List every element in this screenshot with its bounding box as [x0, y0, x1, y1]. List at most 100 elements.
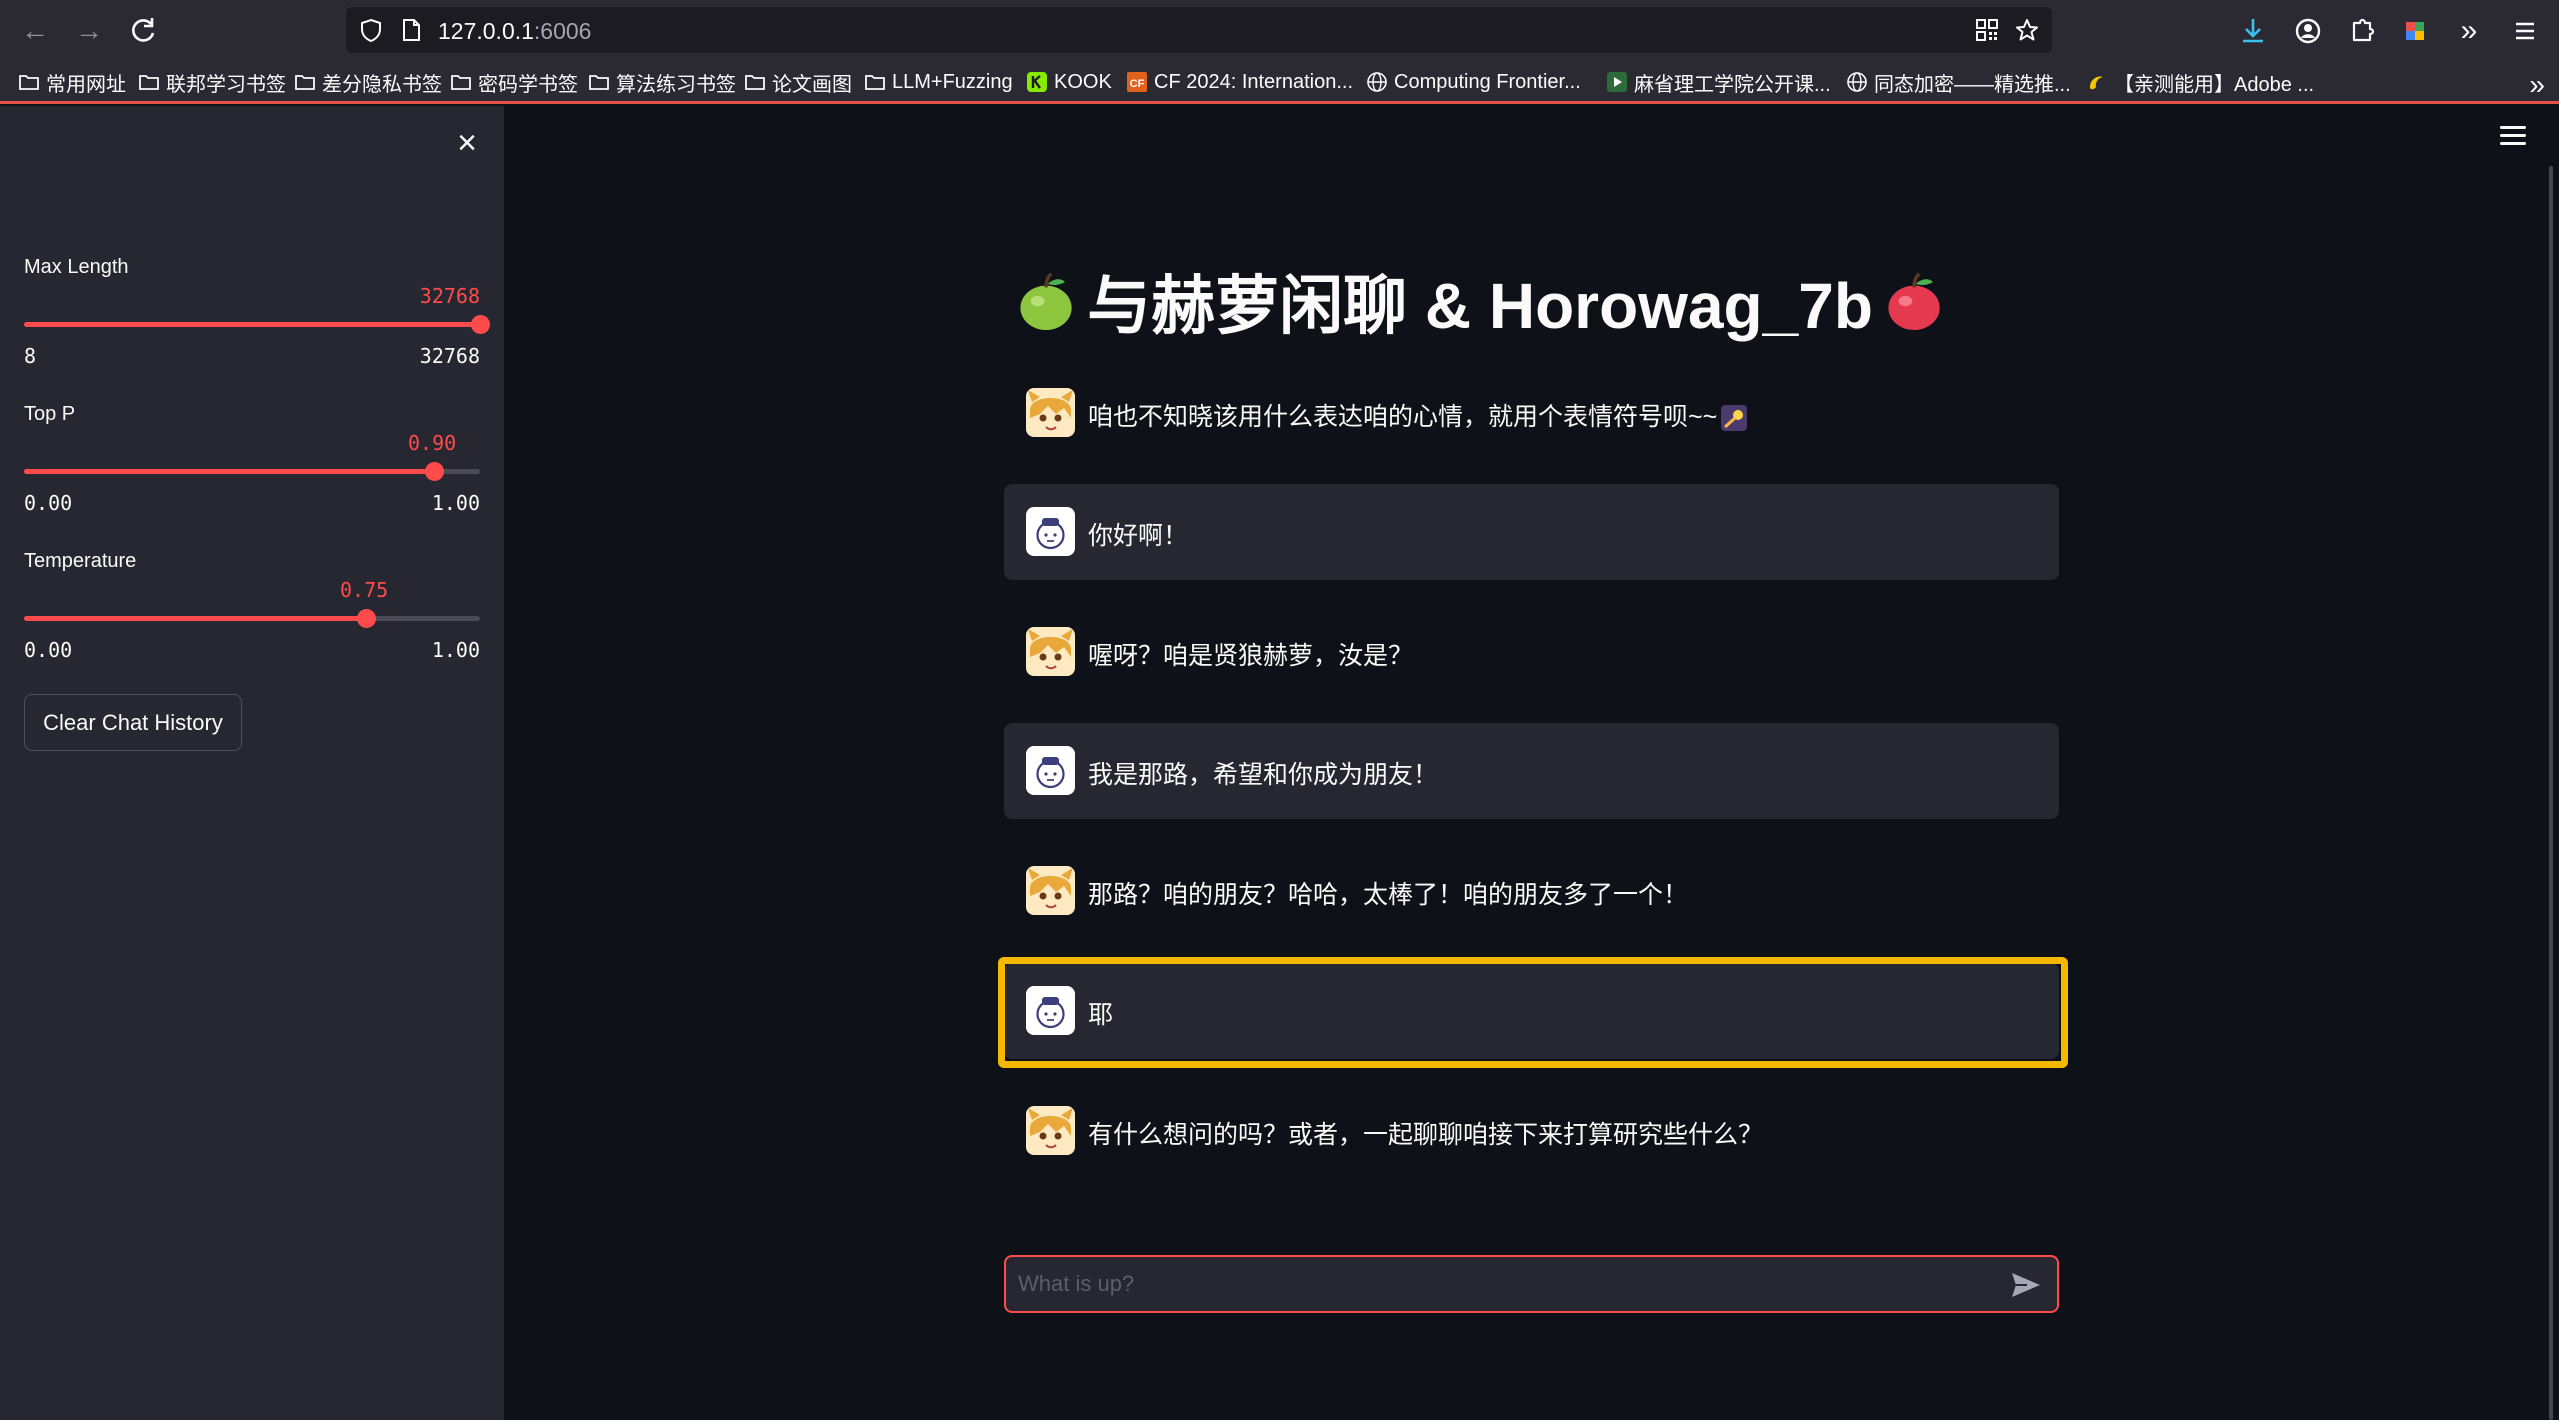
slider-label-top-p: Top P: [24, 403, 76, 425]
comet-emoji-icon: [1721, 405, 1748, 432]
chat-message-assistant: 咱也不知晓该用什么表达咱的心情，就用个表情符号呗~~: [1004, 365, 2059, 461]
back-arrow-icon[interactable]: ←: [18, 14, 52, 48]
folder-icon: [18, 71, 40, 93]
message-text-content: 咱也不知晓该用什么表达咱的心情，就用个表情符号呗~~: [1088, 403, 1718, 431]
bookmark-item[interactable]: Computing Frontier...: [1366, 67, 1581, 97]
kook-icon: [1026, 71, 1048, 93]
app-menu-icon[interactable]: [2508, 14, 2542, 48]
url-host: 127.0.0.1: [438, 18, 534, 44]
bookmark-label: 论文画图: [772, 73, 852, 96]
bookmark-label: 【亲测能用】Adobe ...: [2114, 73, 2315, 96]
qr-code-icon[interactable]: [1974, 17, 2000, 43]
chat-message-assistant: 喔呀？咱是贤狼赫萝，汝是？: [1004, 604, 2059, 700]
folder-icon: [744, 71, 766, 93]
slider-thumb[interactable]: [357, 609, 376, 628]
overflow-chevron-icon[interactable]: »: [2452, 14, 2486, 48]
bookmark-item[interactable]: 密码学书签: [450, 67, 578, 97]
sidebar: × Max Length 32768 8 32768 Top P 0.90 0.…: [0, 106, 504, 1420]
bookmark-label: 联邦学习书签: [166, 73, 286, 96]
red-apple-icon: [1888, 272, 1940, 331]
bookmark-item[interactable]: 联邦学习书签: [138, 67, 286, 97]
slider-value-temperature: 0.75: [340, 578, 389, 602]
play-icon: [1606, 71, 1628, 93]
assistant-avatar-icon: [1026, 1106, 1075, 1155]
message-text: 喔呀？咱是贤狼赫萝，汝是？: [1088, 642, 1414, 670]
clear-chat-history-button[interactable]: Clear Chat History: [24, 694, 242, 751]
close-icon[interactable]: ×: [452, 126, 482, 160]
slider-label-temperature: Temperature: [24, 550, 137, 572]
assistant-avatar-icon: [1026, 866, 1075, 915]
account-icon[interactable]: [2291, 14, 2325, 48]
page-icon: [403, 19, 420, 41]
address-bar[interactable]: 127.0.0.1:6006: [346, 7, 2052, 53]
bookmark-item[interactable]: LLM+Fuzzing: [864, 67, 1013, 97]
slider-thumb[interactable]: [471, 315, 490, 334]
slider-max-top-p: 1.00: [431, 491, 480, 515]
message-text: 你好啊！: [1088, 522, 1189, 550]
chat-input[interactable]: [1018, 1257, 1978, 1311]
slider-temperature[interactable]: [24, 609, 480, 628]
green-apple-icon: [1020, 272, 1072, 331]
bookmarks-bar: 常用网址 联邦学习书签 差分隐私书签 密码学书签 算法练习书签 论文画图 LLM…: [0, 61, 2559, 104]
globe-icon: [1846, 71, 1868, 93]
extensions-icon[interactable]: [2345, 14, 2379, 48]
slider-fill: [24, 469, 435, 474]
cf-icon: CF: [1126, 71, 1148, 93]
color-extension-icon[interactable]: [2398, 14, 2432, 48]
chat-message-user: 你好啊！: [1004, 484, 2059, 580]
download-icon[interactable]: [2236, 14, 2270, 48]
bookmark-item[interactable]: 【亲测能用】Adobe ...: [2086, 67, 2314, 97]
chat-message-assistant: 有什么想问的吗？或者，一起聊聊咱接下来打算研究些什么？: [1004, 1083, 2059, 1179]
slider-min-temperature: 0.00: [24, 638, 73, 662]
page-title-text: 与赫萝闲聊 & Horowag_7b: [1087, 270, 1873, 342]
bookmarks-overflow-icon[interactable]: »: [2529, 69, 2545, 101]
bookmark-item[interactable]: 麻省理工学院公开课...: [1606, 67, 1831, 97]
globe-icon: [1366, 71, 1388, 93]
bookmark-item[interactable]: 论文画图: [744, 67, 852, 97]
bookmark-item[interactable]: 同态加密——精选推...: [1846, 67, 2071, 97]
folder-icon: [864, 71, 886, 93]
bookmark-label: Computing Frontier...: [1394, 70, 1581, 93]
reload-icon[interactable]: [126, 14, 160, 48]
bookmark-item[interactable]: 差分隐私书签: [294, 67, 442, 97]
bookmark-item[interactable]: 算法练习书签: [588, 67, 736, 97]
slider-max-temperature: 1.00: [431, 638, 480, 662]
bookmark-label: 常用网址: [46, 73, 126, 96]
slider-min-max-length: 8: [24, 344, 37, 368]
shield-icon[interactable]: [358, 17, 384, 43]
folder-icon: [450, 71, 472, 93]
message-text: 咱也不知晓该用什么表达咱的心情，就用个表情符号呗~~: [1088, 397, 1748, 433]
bookmark-label: 同态加密——精选推...: [1874, 73, 2071, 96]
send-icon[interactable]: [2009, 1269, 2043, 1301]
message-text: 我是那路，希望和你成为朋友！: [1088, 761, 1439, 789]
browser-toolbar: ← → 127.0.0.1:6006 »: [0, 0, 2559, 61]
bookmark-label: LLM+Fuzzing: [892, 70, 1013, 93]
chat-input-container: [1004, 1255, 2059, 1313]
user-avatar-icon: [1026, 507, 1075, 556]
bookmark-label: 算法练习书签: [616, 73, 736, 96]
bookmark-label: 差分隐私书签: [322, 73, 442, 96]
bookmark-item[interactable]: CF CF 2024: Internation...: [1126, 67, 1353, 97]
slider-max-length[interactable]: [24, 315, 490, 334]
user-avatar-icon: [1026, 746, 1075, 795]
bookmark-item[interactable]: KOOK: [1026, 67, 1112, 97]
slider-fill: [24, 616, 366, 621]
bookmark-item[interactable]: 常用网址: [18, 67, 126, 97]
folder-icon: [138, 71, 160, 93]
url-port: :6006: [533, 18, 592, 44]
forward-arrow-icon[interactable]: →: [72, 14, 106, 48]
slider-top-p[interactable]: [24, 462, 480, 481]
bookmark-star-icon[interactable]: [2014, 17, 2040, 43]
bookmark-label: 麻省理工学院公开课...: [1634, 73, 1831, 96]
slider-max-max-length: 32768: [419, 344, 480, 368]
url-text[interactable]: 127.0.0.1:6006: [438, 18, 591, 45]
bookmark-label: CF 2024: Internation...: [1154, 70, 1354, 93]
folder-icon: [588, 71, 610, 93]
slider-fill: [24, 322, 480, 327]
hamburger-menu-icon[interactable]: [2500, 126, 2526, 148]
highlight-box: [998, 957, 2068, 1068]
message-text: 那路？咱的朋友？哈哈，太棒了！咱的朋友多了一个！: [1088, 881, 1689, 909]
slider-label-max-length: Max Length: [24, 256, 129, 278]
scrollbar[interactable]: [2549, 166, 2553, 1420]
slider-thumb[interactable]: [425, 462, 445, 481]
